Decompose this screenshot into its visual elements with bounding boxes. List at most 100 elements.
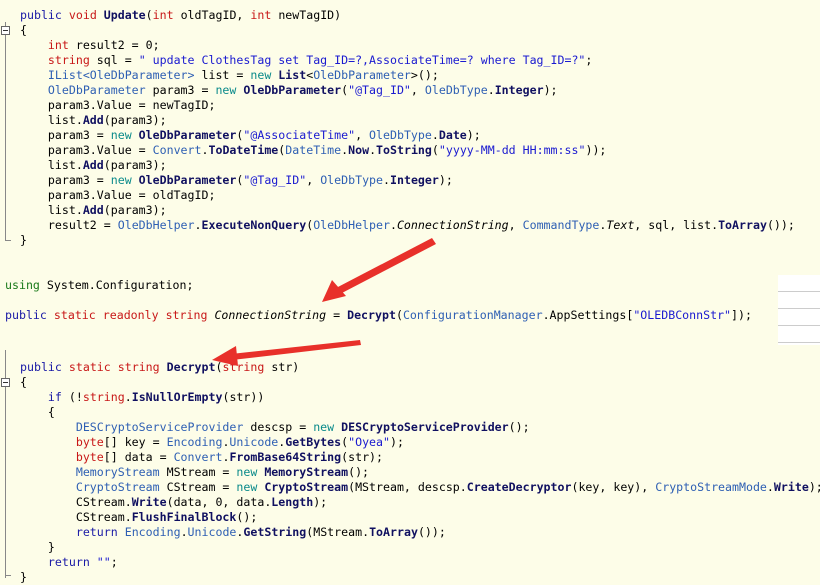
code-token: byte <box>75 450 104 464</box>
code-token: MStream = <box>166 465 237 479</box>
code-token: param3 = <box>152 83 216 97</box>
code-token: OleDbParameter <box>243 83 342 97</box>
code-line: CryptoStream CStream = new CryptoStream(… <box>20 480 820 495</box>
fold-end <box>5 240 11 241</box>
code-token: (param3); <box>103 113 167 127</box>
code-token: DESCryptoServiceProvider <box>75 420 251 434</box>
code-line: param3.Value = newTagID; <box>20 98 216 113</box>
code-line: CStream.Write(data, 0, data.Length); <box>20 495 327 510</box>
code-token: string <box>82 390 125 404</box>
code-token: "@Tag_ID" <box>243 173 307 187</box>
code-token: ); <box>466 128 481 142</box>
code-token: ); <box>808 480 820 494</box>
code-token: new <box>236 480 265 494</box>
code-token: Unicode <box>187 525 237 539</box>
code-token: , sql, list. <box>634 218 719 232</box>
code-token: public <box>5 308 54 322</box>
code-token: "" <box>96 555 111 569</box>
code-token: param3.Value = newTagID; <box>47 98 216 112</box>
code-token: IsNullOrEmpty <box>131 390 223 404</box>
code-token: Unicode <box>229 435 279 449</box>
code-token: " update ClothesTag set Tag_ID=?,Associa… <box>138 53 586 67</box>
code-token: result2 = <box>47 218 118 232</box>
code-token: string <box>222 360 272 374</box>
code-line: string sql = " update ClothesTag set Tag… <box>20 53 592 68</box>
code-token: new <box>110 173 139 187</box>
code-token: ]); <box>731 308 752 322</box>
code-token: ; <box>110 555 118 569</box>
code-token: param3.Value = oldTagID; <box>47 188 216 202</box>
code-token: Add <box>82 113 104 127</box>
code-token: . <box>389 218 397 232</box>
code-token: { <box>20 375 27 389</box>
code-token: new <box>236 465 265 479</box>
code-token: string <box>47 53 97 67</box>
code-token: GetString <box>243 525 307 539</box>
code-line: return Encoding.Unicode.GetString(MStrea… <box>20 525 446 540</box>
code-token: [] key = <box>103 435 167 449</box>
code-token: "@Tag_ID" <box>348 83 411 97</box>
code-line: using System.Configuration; <box>5 278 193 293</box>
fold-guide <box>5 22 6 240</box>
code-token: OleDbHelper <box>313 218 390 232</box>
code-token: ConfigurationManager <box>402 308 543 322</box>
code-token: (param3); <box>103 158 167 172</box>
code-token: return <box>75 525 125 539</box>
code-token: string <box>165 308 215 322</box>
code-token: static <box>53 308 103 322</box>
code-token: new <box>110 128 139 142</box>
code-token: GetBytes <box>285 435 342 449</box>
code-token: DateTime <box>285 143 342 157</box>
collapse-icon[interactable] <box>1 26 10 35</box>
code-line: return ""; <box>20 555 118 570</box>
code-token: (param3); <box>103 203 167 217</box>
code-token: } <box>20 570 27 584</box>
code-token: if <box>47 390 69 404</box>
code-line: } <box>20 233 27 248</box>
code-token: CreateDecryptor <box>466 480 572 494</box>
code-token: int <box>152 8 181 22</box>
code-token: int <box>250 8 279 22</box>
code-token: . <box>194 218 202 232</box>
code-line: param3.Value = oldTagID; <box>20 188 216 203</box>
code-token: oldTagID, <box>180 8 251 22</box>
code-token: ToArray <box>369 525 418 539</box>
code-token: ; <box>585 53 593 67</box>
code-line: { <box>20 405 55 420</box>
side-panel <box>778 275 820 345</box>
code-token: . <box>180 525 188 539</box>
code-line: { <box>20 23 27 38</box>
code-line: { <box>20 375 27 390</box>
code-line: } <box>20 540 55 555</box>
code-token: OleDbParameter <box>138 173 237 187</box>
code-line: public static readonly string Connection… <box>5 308 752 323</box>
code-token: ConnectionString <box>214 308 327 322</box>
code-token: Now <box>348 143 370 157</box>
code-line: if (!string.IsNullOrEmpty(str)) <box>20 390 264 405</box>
code-token: return <box>47 555 97 569</box>
code-token: Decrypt <box>166 360 216 374</box>
code-line: public static string Decrypt(string str) <box>20 360 299 375</box>
code-token: . <box>383 173 390 187</box>
code-token: (data, 0, data. <box>166 495 272 509</box>
code-token: CryptoStream <box>75 480 167 494</box>
code-token: ToString <box>376 143 432 157</box>
code-token: , <box>306 173 321 187</box>
code-token: param3 = <box>47 173 111 187</box>
code-token: CStream. <box>75 495 132 509</box>
code-token: IList<OleDbParameter> <box>47 68 202 82</box>
code-token: public <box>20 8 69 22</box>
collapse-icon[interactable] <box>1 378 10 387</box>
code-token: . <box>766 480 774 494</box>
code-token: (str)) <box>222 390 265 404</box>
code-token: , <box>355 128 370 142</box>
